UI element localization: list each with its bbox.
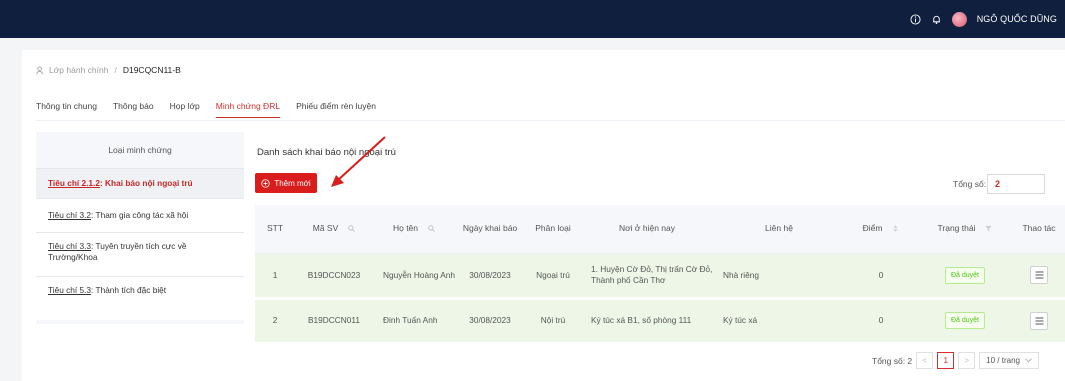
chevron-down-icon bbox=[1025, 358, 1032, 363]
evidence-type-sidebar: Loại minh chứng Tiêu chí 2.1.2: Khai báo… bbox=[36, 132, 244, 324]
next-page-button[interactable]: > bbox=[958, 352, 976, 369]
col-diem-label: Điểm bbox=[862, 223, 883, 234]
main-panel: Lớp hành chính / D19CQCN11-B Thông tin c… bbox=[22, 50, 1065, 381]
sidebar-item-5-3[interactable]: Tiêu chí 5.3: Thành tích đặc biệt bbox=[36, 276, 244, 320]
declaration-table: STT Mã SV Họ tên Ngày khai báo Phân loại… bbox=[255, 205, 1065, 345]
pagination: Tổng số: 2 < 1 > 10 / trang bbox=[872, 352, 1039, 369]
page-1-button[interactable]: 1 bbox=[937, 352, 955, 369]
plus-circle-icon bbox=[261, 178, 270, 188]
topbar-actions: NGÔ QUỐC DŨNG bbox=[910, 0, 1057, 38]
col-trangthai-label: Trạng thái bbox=[937, 223, 976, 234]
info-icon[interactable] bbox=[910, 13, 921, 25]
cell-phanloai: Ngoại trú bbox=[525, 253, 581, 300]
bell-icon[interactable] bbox=[931, 14, 942, 25]
cell-diem: 0 bbox=[845, 298, 917, 345]
col-ngay: Ngày khai báo bbox=[455, 205, 525, 254]
breadcrumb-separator: / bbox=[114, 65, 117, 75]
tab-minh-chung-drl[interactable]: Minh chứng ĐRL bbox=[215, 98, 281, 120]
avatar[interactable] bbox=[951, 11, 967, 27]
criterion-text: : Khai báo nội ngoại trú bbox=[99, 178, 193, 188]
tabs-divider bbox=[36, 120, 1065, 121]
row-menu-button[interactable] bbox=[1030, 311, 1048, 330]
col-hoten[interactable]: Họ tên bbox=[373, 205, 455, 254]
criterion-code[interactable]: Tiêu chí 3.2 bbox=[48, 210, 91, 220]
status-badge: Đã duyệt bbox=[944, 312, 986, 329]
cell-ngay: 30/08/2023 bbox=[455, 298, 525, 345]
row-menu-button[interactable] bbox=[1030, 266, 1048, 284]
cell-noio: 1. Huyện Cờ Đỏ, Thị trấn Cờ Đỏ, Thành ph… bbox=[581, 253, 713, 300]
page-size-value: 10 / trang bbox=[986, 356, 1020, 365]
cell-diem: 0 bbox=[845, 253, 917, 300]
criterion-text: : Tham gia công tác xã hội bbox=[91, 210, 189, 220]
table-header-row: STT Mã SV Họ tên Ngày khai báo Phân loại… bbox=[255, 205, 1065, 254]
cell-masv: B19DCCN011 bbox=[295, 298, 373, 345]
username[interactable]: NGÔ QUỐC DŨNG bbox=[977, 14, 1057, 24]
sidebar-item-2-1-2[interactable]: Tiêu chí 2.1.2: Khai báo nội ngoại trú bbox=[36, 168, 244, 198]
col-phanloai: Phân loại bbox=[525, 205, 581, 254]
add-new-button[interactable]: Thêm mới bbox=[255, 173, 317, 193]
cell-thaotac bbox=[1013, 253, 1065, 300]
page-size-select[interactable]: 10 / trang bbox=[979, 352, 1039, 369]
cell-lienhe: Ký túc xá bbox=[713, 298, 845, 345]
tab-bar: Thông tin chung Thông báo Họp lớp Minh c… bbox=[36, 98, 392, 120]
cell-hoten: Nguyễn Hoàng Anh bbox=[373, 253, 455, 300]
criterion-code[interactable]: Tiêu chí 3.3 bbox=[48, 241, 91, 251]
cell-trangthai: Đã duyệt bbox=[917, 298, 1013, 345]
sidebar-item-3-3[interactable]: Tiêu chí 3.3: Tuyên truyền tích cực về T… bbox=[36, 232, 244, 276]
cell-hoten: Đinh Tuấn Anh bbox=[373, 298, 455, 345]
cell-trangthai: Đã duyệt bbox=[917, 253, 1013, 300]
sort-icon[interactable] bbox=[892, 225, 899, 232]
sidebar-item-3-2[interactable]: Tiêu chí 3.2: Tham gia công tác xã hội bbox=[36, 198, 244, 232]
col-hoten-label: Họ tên bbox=[392, 223, 419, 234]
cell-masv: B19DCCN023 bbox=[295, 253, 373, 300]
tab-phieu-diem[interactable]: Phiếu điểm rèn luyện bbox=[296, 98, 376, 120]
col-diem[interactable]: Điểm bbox=[845, 205, 917, 254]
filter-icon[interactable] bbox=[985, 225, 993, 232]
tab-hop-lop[interactable]: Họp lớp bbox=[170, 98, 200, 120]
annotation-arrow bbox=[331, 136, 386, 187]
total-count-field[interactable]: 2 bbox=[987, 174, 1045, 194]
table-row[interactable]: 1 B19DCCN023 Nguyễn Hoàng Anh 30/08/2023… bbox=[255, 253, 1065, 300]
total-label: Tổng số: bbox=[953, 179, 987, 189]
cell-noio: Ký túc xá B1, số phòng 111 bbox=[581, 298, 713, 345]
search-icon[interactable] bbox=[428, 225, 435, 233]
pagination-total: Tổng số: 2 bbox=[872, 355, 913, 366]
col-masv-label: Mã SV bbox=[312, 223, 339, 234]
cell-phanloai: Nội trú bbox=[525, 298, 581, 345]
cell-thaotac bbox=[1013, 298, 1065, 345]
breadcrumb: Lớp hành chính / D19CQCN11-B bbox=[36, 65, 181, 75]
col-noio: Nơi ở hiện nay bbox=[581, 205, 713, 254]
col-stt: STT bbox=[255, 205, 295, 254]
criterion-code[interactable]: Tiêu chí 2.1.2 bbox=[48, 178, 100, 188]
cell-lienhe: Nhà riêng bbox=[713, 253, 845, 300]
cell-stt: 2 bbox=[255, 298, 295, 345]
col-trangthai[interactable]: Trạng thái bbox=[917, 205, 1013, 254]
criterion-text: : Thành tích đặc biệt bbox=[91, 285, 167, 295]
menu-icon bbox=[1035, 271, 1043, 279]
cell-stt: 1 bbox=[255, 253, 295, 300]
status-badge: Đã duyệt bbox=[944, 266, 986, 284]
tab-thong-tin-chung[interactable]: Thông tin chung bbox=[36, 98, 97, 120]
breadcrumb-current: D19CQCN11-B bbox=[122, 65, 181, 75]
add-new-label: Thêm mới bbox=[274, 178, 311, 188]
tab-thong-bao[interactable]: Thông báo bbox=[113, 98, 154, 120]
col-lienhe: Liên hệ bbox=[713, 205, 845, 254]
top-bar: NGÔ QUỐC DŨNG bbox=[0, 0, 1065, 38]
criterion-code[interactable]: Tiêu chí 5.3 bbox=[48, 285, 91, 295]
sidebar-header: Loại minh chứng bbox=[36, 132, 244, 168]
cell-ngay: 30/08/2023 bbox=[455, 253, 525, 300]
breadcrumb-root[interactable]: Lớp hành chính bbox=[49, 65, 108, 75]
table-row[interactable]: 2 B19DCCN011 Đinh Tuấn Anh 30/08/2023 Nộ… bbox=[255, 298, 1065, 345]
users-icon bbox=[36, 65, 43, 74]
col-masv[interactable]: Mã SV bbox=[295, 205, 373, 254]
prev-page-button[interactable]: < bbox=[916, 352, 934, 369]
menu-icon bbox=[1035, 317, 1043, 324]
search-icon[interactable] bbox=[348, 225, 356, 233]
col-thaotac: Thao tác bbox=[1013, 205, 1065, 254]
